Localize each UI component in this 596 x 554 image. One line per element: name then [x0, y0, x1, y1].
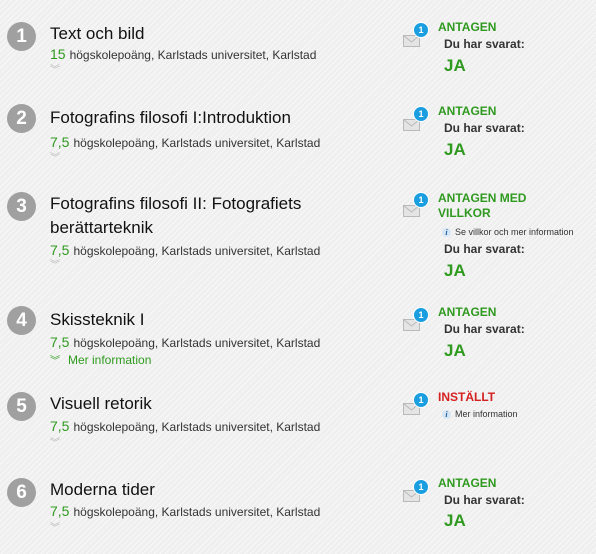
course-points: 7,5	[50, 503, 70, 519]
unread-badge: 1	[413, 22, 429, 38]
course-number: 6	[7, 478, 36, 507]
course-title[interactable]: Text och bild	[50, 22, 370, 46]
course-meta: 15 högskolepoäng, Karlstads universitet, …	[50, 46, 316, 62]
status-label: ANTAGEN	[438, 476, 497, 490]
more-info-label: Mer information	[68, 353, 152, 367]
unread-badge: 1	[413, 106, 429, 122]
answer-value: JA	[444, 341, 466, 360]
unread-badge: 1	[413, 192, 429, 208]
course-number: 2	[7, 104, 36, 133]
answer-value: JA	[444, 140, 466, 159]
chevron-double-down-icon: ︾	[50, 356, 60, 367]
info-icon: i	[442, 228, 451, 237]
course-number: 4	[7, 306, 36, 335]
course-title[interactable]: Moderna tider	[50, 478, 370, 502]
course-points: 7,5	[50, 334, 70, 350]
course-title[interactable]: Fotografins filosofi II: Fotografiets be…	[50, 192, 370, 240]
expand-chevron-icon[interactable]: ︾	[50, 66, 60, 76]
course-points: 7,5	[50, 418, 70, 434]
course-details: högskolepoäng, Karlstads universitet, Ka…	[73, 420, 321, 434]
answer-label: Du har svarat:	[444, 242, 525, 256]
answer-value: JA	[444, 56, 466, 75]
course-number: 3	[7, 192, 36, 221]
info-icon: i	[442, 410, 451, 419]
answer-label: Du har svarat:	[444, 121, 525, 135]
status-label: ANTAGEN	[438, 104, 497, 118]
course-details: högskolepoäng, Karlstads universitet, Ka…	[73, 505, 321, 519]
course-meta: 7,5 högskolepoäng, Karlstads universitet,…	[50, 334, 320, 350]
course-title[interactable]: Skissteknik I	[50, 308, 370, 332]
unread-badge: 1	[413, 392, 429, 408]
course-details: högskolepoäng, Karlstads universitet, Ka…	[73, 244, 321, 258]
course-points: 7,5	[50, 134, 70, 150]
status-label: ANTAGEN MED	[438, 191, 527, 205]
course-meta: 7,5 högskolepoäng, Karlstads universitet,…	[50, 418, 320, 434]
course-meta: 7,5 högskolepoäng, Karlstads universitet,…	[50, 242, 320, 258]
course-details: högskolepoäng, Karlstads universitet, Ka…	[73, 336, 321, 350]
info-link-label: Mer information	[455, 409, 518, 419]
answer-value: JA	[444, 511, 466, 530]
info-link-label: Se villkor och mer information	[455, 227, 574, 237]
course-number: 5	[7, 392, 36, 421]
unread-badge: 1	[413, 307, 429, 323]
course-details: högskolepoäng, Karlstads universitet, Ka…	[69, 48, 317, 62]
expand-chevron-icon[interactable]: ︾	[50, 154, 60, 164]
answer-label: Du har svarat:	[444, 322, 525, 336]
expand-chevron-icon[interactable]: ︾	[50, 439, 60, 449]
more-info-link[interactable]: ︾ Mer information	[50, 352, 151, 367]
course-meta: 7,5 högskolepoäng, Karlstads universitet,…	[50, 134, 320, 150]
expand-chevron-icon[interactable]: ︾	[50, 524, 60, 534]
course-details: högskolepoäng, Karlstads universitet, Ka…	[73, 136, 321, 150]
status-label: ANTAGEN	[438, 20, 497, 34]
status-label-continued: VILLKOR	[438, 206, 491, 220]
answer-value: JA	[444, 261, 466, 280]
conditions-info-link[interactable]: i Se villkor och mer information	[442, 227, 574, 237]
unread-badge: 1	[413, 479, 429, 495]
answer-label: Du har svarat:	[444, 493, 525, 507]
course-title[interactable]: Visuell retorik	[50, 392, 370, 416]
more-info-link[interactable]: i Mer information	[442, 409, 518, 419]
course-points: 7,5	[50, 242, 70, 258]
status-label: ANTAGEN	[438, 305, 497, 319]
course-title[interactable]: Fotografins filosofi I:Introduktion	[50, 106, 370, 130]
status-label: INSTÄLLT	[438, 390, 496, 404]
answer-label: Du har svarat:	[444, 37, 525, 51]
course-points: 15	[50, 46, 66, 62]
course-meta: 7,5 högskolepoäng, Karlstads universitet,…	[50, 503, 320, 519]
course-number: 1	[7, 22, 36, 51]
expand-chevron-icon[interactable]: ︾	[50, 261, 60, 271]
